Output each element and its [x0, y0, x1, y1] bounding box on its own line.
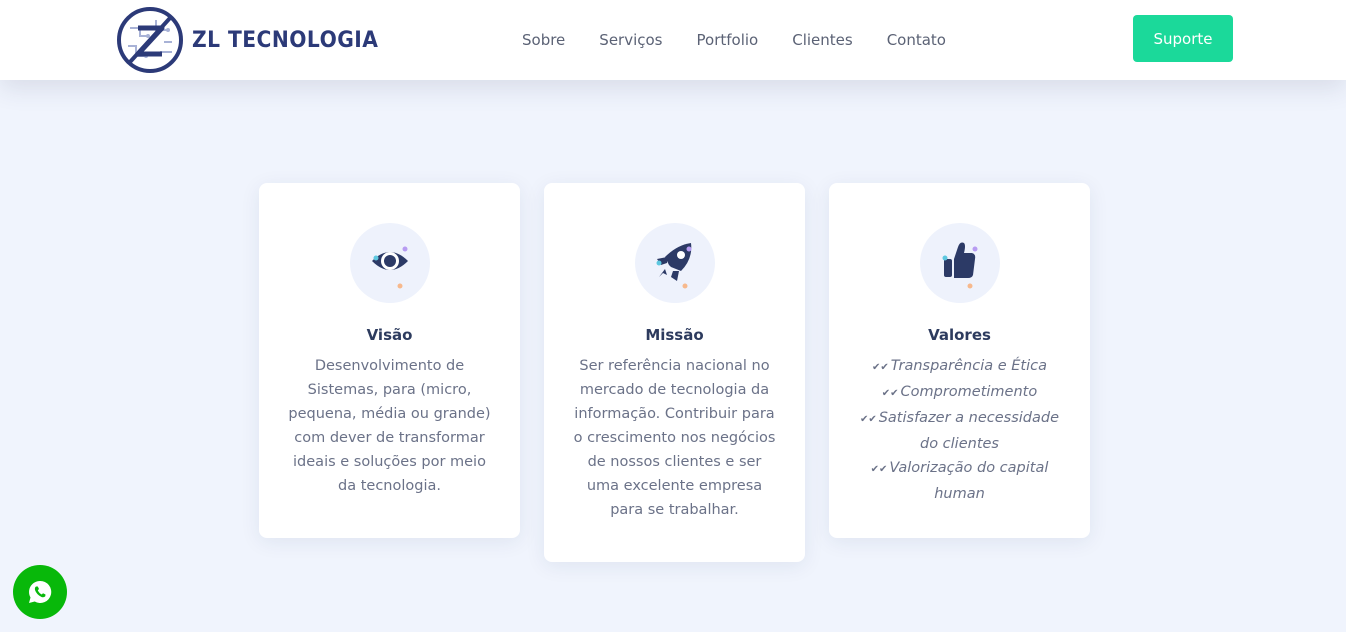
- support-button[interactable]: Suporte: [1133, 15, 1233, 62]
- nav-link-clientes[interactable]: Clientes: [775, 31, 869, 49]
- values-card: Valores ✔✔ Transparência e Ética ✔✔ Compro…: [829, 183, 1090, 538]
- value-item: ✔✔ Valorização do capital human: [870, 460, 1049, 502]
- thumbs-up-icon: [942, 242, 978, 289]
- nav-link-portfolio[interactable]: Portfolio: [680, 31, 776, 49]
- check-icon: ✔✔: [870, 464, 888, 475]
- eye-icon: [372, 246, 408, 289]
- main-nav: Sobre Serviços Portfolio Clientes Contat…: [505, 0, 963, 80]
- mission-card: Missão Ser referência nacional no mercad…: [544, 183, 805, 562]
- values-icon-circle: [920, 223, 1000, 303]
- nav-link-sobre[interactable]: Sobre: [505, 31, 582, 49]
- logo-text: ZL TECNOLOGIA: [192, 27, 379, 53]
- values-title: Valores: [928, 326, 991, 344]
- mission-text: Ser referência nacional no mercado de te…: [573, 358, 776, 518]
- value-item: ✔✔ Comprometimento: [881, 384, 1038, 400]
- whatsapp-button[interactable]: [13, 565, 67, 619]
- values-list: ✔✔ Transparência e Ética ✔✔ Comprometiment…: [851, 354, 1068, 506]
- rocket-icon: [656, 243, 692, 289]
- vision-icon-circle: [350, 223, 430, 303]
- vision-title: Visão: [366, 326, 413, 344]
- check-icon: ✔✔: [859, 414, 877, 425]
- check-icon: ✔✔: [881, 388, 899, 399]
- vision-text: Desenvolvimento de Sistemas, para (micro…: [288, 358, 491, 494]
- check-icon: ✔✔: [871, 362, 889, 373]
- value-item: ✔✔ Satisfazer a necessidade do clientes: [859, 410, 1060, 452]
- mission-title: Missão: [645, 326, 704, 344]
- logo-link[interactable]: ZL TECNOLOGIA: [116, 4, 395, 76]
- value-item: ✔✔ Transparência e Ética: [871, 358, 1047, 374]
- nav-link-contato[interactable]: Contato: [870, 31, 963, 49]
- zl-logo-icon: [117, 7, 183, 73]
- nav-link-servicos[interactable]: Serviços: [582, 31, 679, 49]
- site-header: ZL TECNOLOGIA Sobre Serviços Portfolio C…: [0, 0, 1346, 80]
- whatsapp-icon: [29, 580, 52, 603]
- vision-card: Visão Desenvolvimento de Sistemas, para …: [259, 183, 520, 538]
- mission-icon-circle: [635, 223, 715, 303]
